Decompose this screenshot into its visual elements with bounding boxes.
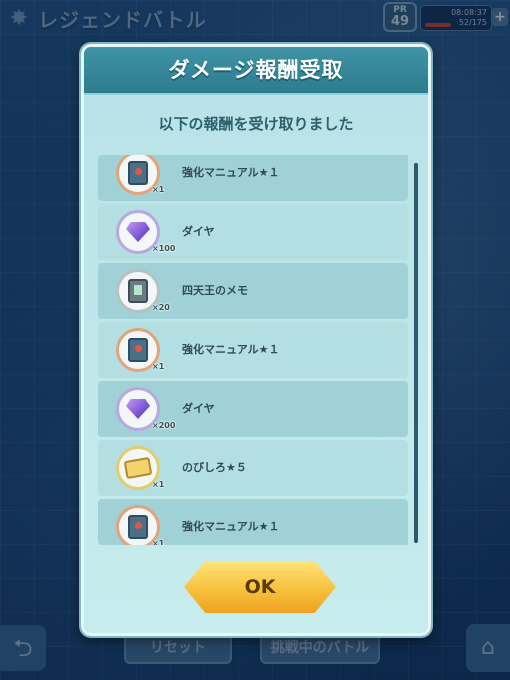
- reward-list-item: ×1 強化マニュアル★１: [98, 322, 408, 378]
- reward-list-item: ×100 ダイヤ: [98, 204, 408, 260]
- reward-quantity: ×1: [152, 539, 165, 545]
- reward-name: 四天王のメモ: [182, 284, 248, 297]
- modal-title: ダメージ報酬受取: [168, 58, 344, 82]
- reward-quantity: ×20: [152, 303, 170, 312]
- reward-quantity: ×200: [152, 421, 176, 430]
- ok-button[interactable]: OK: [184, 561, 336, 613]
- memo-icon-glyph: [128, 279, 148, 303]
- reward-name: 強化マニュアル★１: [182, 520, 280, 533]
- training-manual-icon-glyph: [128, 515, 148, 539]
- modal-header: ダメージ報酬受取: [84, 47, 428, 95]
- reward-list-inner: ×1 強化マニュアル★１ ×100 ダイヤ ×20 四天王のメモ ×1 強化マニュアル★１ ×2…: [98, 155, 410, 545]
- gem-icon-glyph: [126, 399, 150, 419]
- reward-quantity: ×1: [152, 185, 165, 194]
- reward-list-item: ×1 強化マニュアル★１: [98, 499, 408, 545]
- gem-icon-glyph: [126, 222, 150, 242]
- reward-list-item: ×1 のびしろ★５: [98, 440, 408, 496]
- reward-modal: ダメージ報酬受取 以下の報酬を受け取りました ×1 強化マニュアル★１ ×100 ダイ…: [81, 44, 431, 636]
- reward-list[interactable]: ×1 強化マニュアル★１ ×100 ダイヤ ×20 四天王のメモ ×1 強化マニュアル★１ ×2…: [98, 155, 418, 545]
- reward-list-item: ×200 ダイヤ: [98, 381, 408, 437]
- modal-subtitle: 以下の報酬を受け取りました: [158, 115, 354, 133]
- reward-name: ダイヤ: [182, 225, 215, 238]
- training-manual-icon-glyph: [128, 338, 148, 362]
- reward-quantity: ×1: [152, 480, 165, 489]
- reward-quantity: ×100: [152, 244, 176, 253]
- reward-name: のびしろ★５: [182, 461, 247, 474]
- reward-list-item: ×20 四天王のメモ: [98, 263, 408, 319]
- scrollbar-thumb[interactable]: [414, 163, 418, 543]
- reward-name: 強化マニュアル★１: [182, 166, 280, 179]
- ticket-icon-glyph: [123, 456, 153, 480]
- reward-name: 強化マニュアル★１: [182, 343, 280, 356]
- training-manual-icon-glyph: [128, 161, 148, 185]
- reward-list-item: ×1 強化マニュアル★１: [98, 155, 408, 201]
- reward-quantity: ×1: [152, 362, 165, 371]
- reward-name: ダイヤ: [182, 402, 215, 415]
